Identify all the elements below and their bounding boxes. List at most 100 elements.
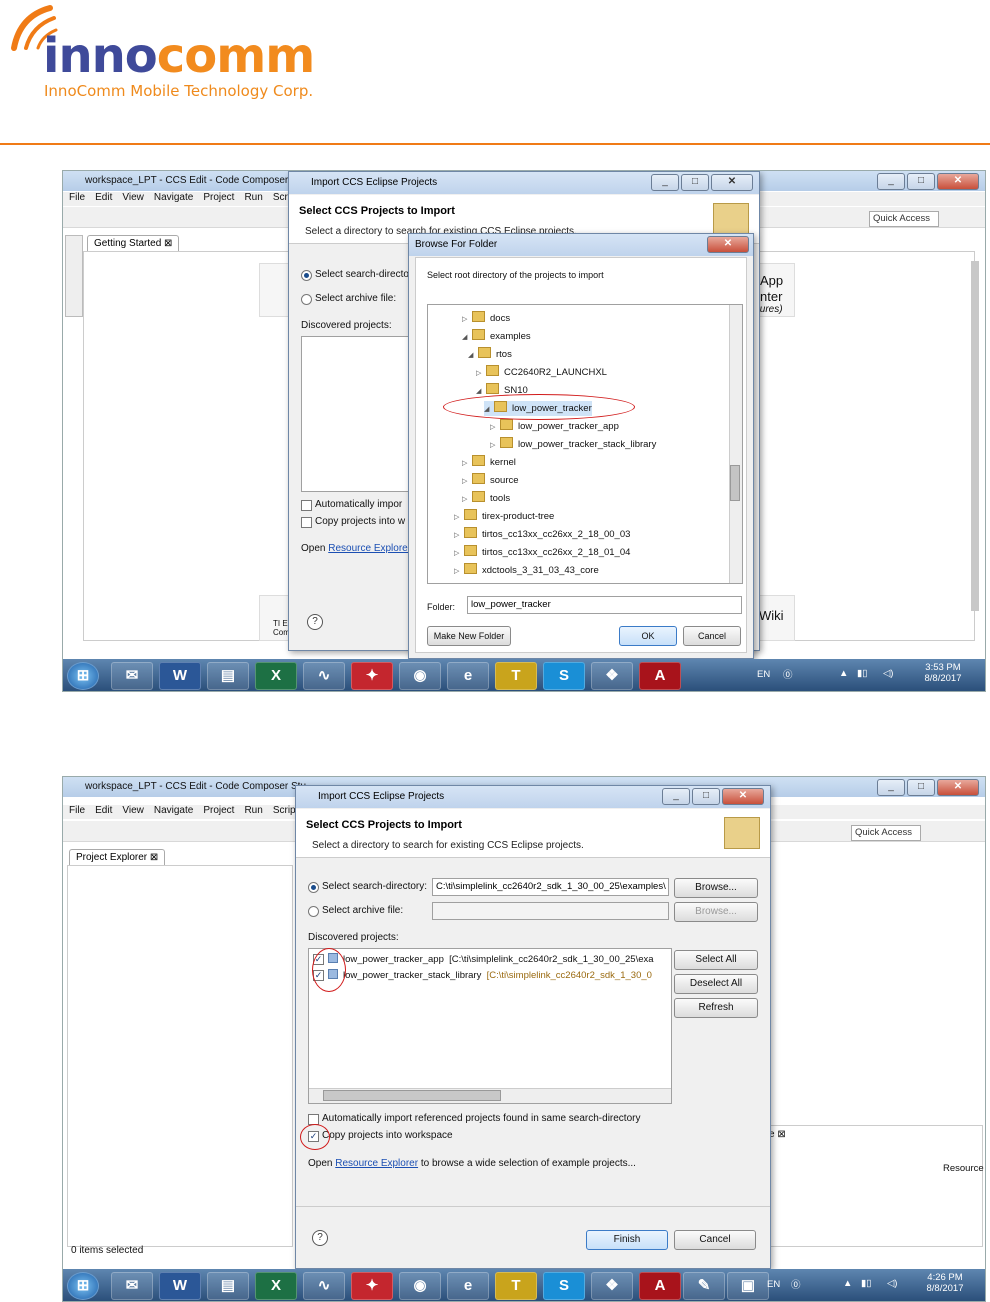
- menu-run[interactable]: Run: [244, 805, 262, 819]
- browse-archive-button[interactable]: Browse...: [674, 902, 758, 922]
- chk-copy-projects[interactable]: [301, 517, 312, 528]
- tree-item[interactable]: ▷ low_power_tracker_stack_library: [490, 437, 656, 452]
- ccs-icon[interactable]: ∿: [303, 662, 345, 690]
- word-icon[interactable]: W: [159, 1272, 201, 1300]
- chrome-icon[interactable]: ◉: [399, 1272, 441, 1300]
- word-icon[interactable]: W: [159, 662, 201, 690]
- tree-item[interactable]: ▷ tools: [462, 491, 510, 506]
- radio-search-directory[interactable]: [308, 882, 319, 893]
- deselect-all-button[interactable]: Deselect All: [674, 974, 758, 994]
- folder-tree[interactable]: ▷ docs ◢ examples ◢ rtos ▷ CC2640R2_LAUNCHXL…: [427, 304, 743, 584]
- radio-archive-file[interactable]: [301, 294, 312, 305]
- cancel-button[interactable]: Cancel: [674, 1230, 756, 1250]
- skype-icon[interactable]: S: [543, 662, 585, 690]
- start-button-icon[interactable]: ⊞: [67, 662, 99, 690]
- tree-item[interactable]: ◢ rtos: [468, 347, 512, 362]
- t-app-icon[interactable]: T: [495, 662, 537, 690]
- outlook-icon[interactable]: ✉: [111, 662, 153, 690]
- volume-icon[interactable]: ◁): [887, 1278, 897, 1289]
- tree-item[interactable]: ▷ kernel: [462, 455, 516, 470]
- menu-view[interactable]: View: [122, 805, 144, 819]
- file-explorer-icon[interactable]: ▤: [207, 662, 249, 690]
- project-row[interactable]: ✓ low_power_tracker_app [C:\ti\simplelink…: [313, 953, 654, 966]
- discovered-projects-list[interactable]: ✓ low_power_tracker_app [C:\ti\simplelink…: [308, 948, 672, 1104]
- chk-auto-import[interactable]: [301, 500, 312, 511]
- tree-item[interactable]: ▷ docs: [462, 311, 510, 326]
- tab-getting-started[interactable]: Getting Started ⊠: [87, 235, 180, 252]
- tab-project-explorer[interactable]: Project Explorer ⊠: [69, 849, 166, 866]
- file-explorer-icon[interactable]: ▤: [207, 1272, 249, 1300]
- vm-icon[interactable]: ❖: [591, 662, 633, 690]
- network-icon[interactable]: ▮▯: [857, 668, 867, 679]
- minimize-button[interactable]: _: [877, 173, 905, 190]
- clock[interactable]: 3:53 PM 8/8/2017: [913, 662, 973, 684]
- tree-scroll-thumb[interactable]: [730, 465, 740, 501]
- excel-icon[interactable]: X: [255, 662, 297, 690]
- browse-close-button[interactable]: ✕: [707, 236, 749, 253]
- dialog-close-button[interactable]: ✕: [711, 174, 753, 191]
- help-icon[interactable]: ?: [307, 614, 323, 630]
- tree-item[interactable]: ▷ tirex-product-tree: [454, 509, 554, 524]
- menu-edit[interactable]: Edit: [95, 192, 112, 206]
- vm-icon[interactable]: ❖: [591, 1272, 633, 1300]
- start-button-icon[interactable]: ⊞: [67, 1272, 99, 1300]
- maximize-button[interactable]: □: [907, 779, 935, 796]
- image-viewer-icon[interactable]: ▣: [727, 1272, 769, 1300]
- menu-file[interactable]: File: [69, 192, 85, 206]
- menu-navigate[interactable]: Navigate: [154, 192, 193, 206]
- ti-icon[interactable]: ✦: [351, 662, 393, 690]
- select-all-button[interactable]: Select All: [674, 950, 758, 970]
- menu-file[interactable]: File: [69, 805, 85, 819]
- make-new-folder-button[interactable]: Make New Folder: [427, 626, 511, 646]
- tree-scrollbar[interactable]: [729, 305, 742, 583]
- search-directory-field[interactable]: C:\ti\simplelink_cc2640r2_sdk_1_30_00_25…: [432, 878, 669, 896]
- minimize-button[interactable]: _: [877, 779, 905, 796]
- maximize-button[interactable]: □: [907, 173, 935, 190]
- tree-item[interactable]: ▷ tirtos_cc13xx_cc26xx_2_18_01_04: [454, 545, 630, 560]
- quick-access-field[interactable]: Quick Access: [851, 825, 921, 841]
- menu-edit[interactable]: Edit: [95, 805, 112, 819]
- side-view-tab[interactable]: e ⊠: [769, 1129, 786, 1140]
- acrobat-icon[interactable]: A: [639, 1272, 681, 1300]
- quick-access-field[interactable]: Quick Access: [869, 211, 939, 227]
- dialog-close-button[interactable]: ✕: [722, 788, 764, 805]
- dialog-minimize-button[interactable]: _: [651, 174, 679, 191]
- ie-icon[interactable]: e: [447, 662, 489, 690]
- ccs-icon[interactable]: ∿: [303, 1272, 345, 1300]
- menu-scripts[interactable]: Scrip: [273, 805, 296, 819]
- tree-item[interactable]: ▷ source: [462, 473, 519, 488]
- project-row[interactable]: ✓ low_power_tracker_stack_library [C:\ti\…: [313, 969, 652, 982]
- menu-view[interactable]: View: [122, 192, 144, 206]
- menu-project[interactable]: Project: [203, 192, 234, 206]
- skype-icon[interactable]: S: [543, 1272, 585, 1300]
- tray-arrow-icon[interactable]: ▲: [839, 668, 848, 679]
- chrome-icon[interactable]: ◉: [399, 662, 441, 690]
- tree-item[interactable]: ▷ xdctools_3_31_03_43_core: [454, 563, 599, 578]
- language-indicator[interactable]: EN: [757, 669, 770, 680]
- help-tray-icon[interactable]: ⓪: [783, 667, 793, 681]
- ie-icon[interactable]: e: [447, 1272, 489, 1300]
- help-icon[interactable]: ?: [312, 1230, 328, 1246]
- volume-icon[interactable]: ◁): [883, 668, 893, 679]
- resource-explorer-link[interactable]: Resource Explorer: [328, 543, 411, 554]
- menu-project[interactable]: Project: [203, 805, 234, 819]
- tree-item[interactable]: ◢ examples: [462, 329, 531, 344]
- tree-item[interactable]: ▷ low_power_tracker_app: [490, 419, 619, 434]
- help-tray-icon[interactable]: ⓪: [791, 1277, 801, 1291]
- resource-explorer-link[interactable]: Resource Explorer: [335, 1158, 418, 1169]
- editor-scrollbar[interactable]: [971, 261, 979, 611]
- cancel-button[interactable]: Cancel: [683, 626, 741, 646]
- archive-file-field[interactable]: [432, 902, 669, 920]
- language-indicator[interactable]: EN: [767, 1279, 780, 1290]
- folder-field[interactable]: low_power_tracker: [467, 596, 742, 614]
- dialog-minimize-button[interactable]: _: [662, 788, 690, 805]
- horizontal-scroll-thumb[interactable]: [323, 1090, 501, 1101]
- menu-navigate[interactable]: Navigate: [154, 805, 193, 819]
- outlook-icon[interactable]: ✉: [111, 1272, 153, 1300]
- radio-search-directory[interactable]: [301, 270, 312, 281]
- close-button[interactable]: ✕: [937, 779, 979, 796]
- ok-button[interactable]: OK: [619, 626, 677, 646]
- clock[interactable]: 4:26 PM 8/8/2017: [915, 1272, 975, 1294]
- refresh-button[interactable]: Refresh: [674, 998, 758, 1018]
- network-icon[interactable]: ▮▯: [861, 1278, 871, 1289]
